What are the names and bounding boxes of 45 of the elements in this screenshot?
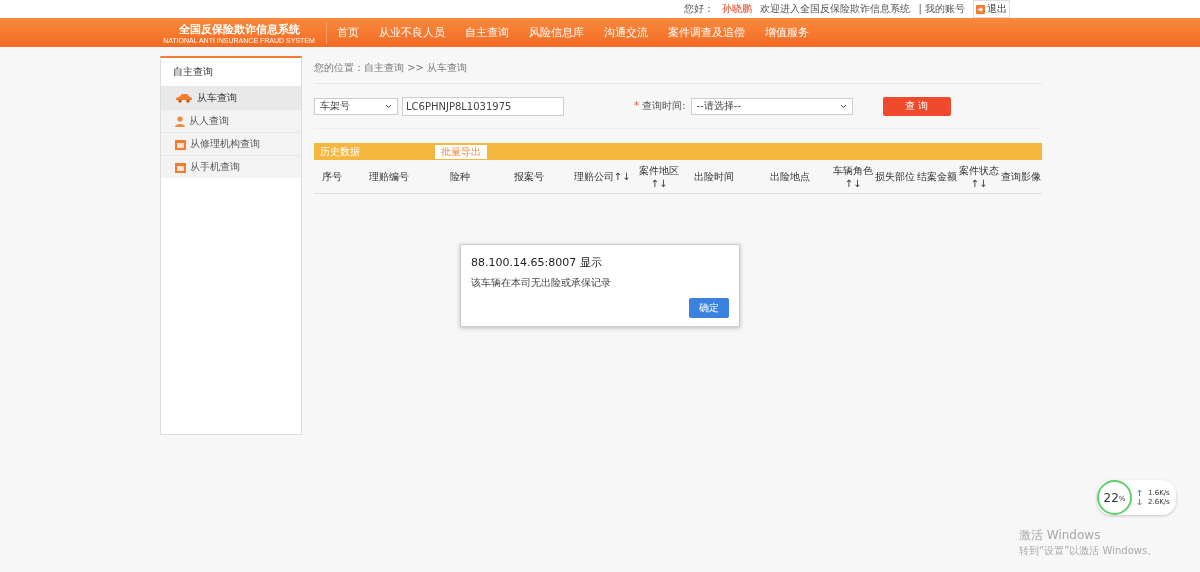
- sidebar-item[interactable]: 从人查询: [161, 109, 301, 132]
- query-button[interactable]: 查 询: [882, 96, 951, 116]
- sidebar-item[interactable]: 从车查询: [161, 86, 301, 109]
- welcome-text: 欢迎进入全国反保险欺诈信息系统: [760, 2, 911, 16]
- logo-title: 全国反保险欺诈信息系统: [178, 21, 300, 37]
- column-header[interactable]: 查询影像: [1000, 170, 1042, 183]
- calendar-icon: [175, 138, 186, 150]
- column-header[interactable]: 结案金额: [916, 170, 958, 183]
- column-header[interactable]: 车辆角色↑↓: [832, 163, 874, 190]
- ok-button[interactable]: 确定: [689, 298, 729, 318]
- chevron-down-icon: [839, 103, 847, 109]
- column-header[interactable]: 损失部位: [874, 170, 916, 183]
- column-header[interactable]: 序号: [314, 170, 350, 183]
- history-title: 历史数据: [320, 144, 361, 159]
- chevron-down-icon: [385, 103, 392, 109]
- dialog-title: 88.100.14.65:8007 显示: [471, 255, 603, 270]
- logout-button[interactable]: 退出: [973, 0, 1010, 18]
- exit-arrow-icon: [976, 4, 985, 14]
- sidebar-item[interactable]: 从修理机构查询: [161, 132, 301, 155]
- greeting-text: 您好：: [684, 2, 715, 16]
- type-select[interactable]: 车架号: [314, 97, 398, 115]
- column-header[interactable]: 报案号: [492, 170, 566, 183]
- dialog-message: 该车辆在本司无出险或承保记录: [471, 276, 612, 290]
- column-header[interactable]: 案件状态↑↓: [958, 163, 1000, 190]
- column-header[interactable]: 案件地区↑↓: [638, 163, 680, 190]
- column-header[interactable]: 出险地点: [748, 170, 832, 183]
- column-header[interactable]: 险种: [428, 170, 492, 183]
- activation-title: 激活 Windows: [1019, 527, 1102, 544]
- account-link[interactable]: | 我的账号: [918, 2, 965, 16]
- vin-input[interactable]: LC6PHNJP8L1031975: [402, 96, 564, 116]
- calendar-icon: [175, 161, 186, 173]
- sidebar-item[interactable]: 从手机查询: [161, 155, 301, 178]
- user-name: 孙晓鹏: [722, 2, 753, 16]
- column-header[interactable]: 理赔编号: [350, 170, 428, 183]
- column-header[interactable]: 出险时间: [680, 170, 748, 183]
- up-arrow-icon: [1137, 490, 1142, 496]
- sidebar-title: 自主查询: [172, 65, 214, 79]
- down-arrow-icon: [1137, 499, 1142, 505]
- time-select[interactable]: --请选择--: [690, 97, 853, 115]
- car-icon: [175, 93, 193, 103]
- activation-hint: 转到“设置”以激活 Windows。: [1019, 544, 1158, 558]
- time-label: * 查询时间:: [634, 99, 686, 113]
- breadcrumb: 您的位置：自主查询 >> 从车查询: [314, 56, 1042, 84]
- column-header[interactable]: 理赔公司↑↓: [566, 170, 638, 183]
- person-icon: [175, 115, 185, 127]
